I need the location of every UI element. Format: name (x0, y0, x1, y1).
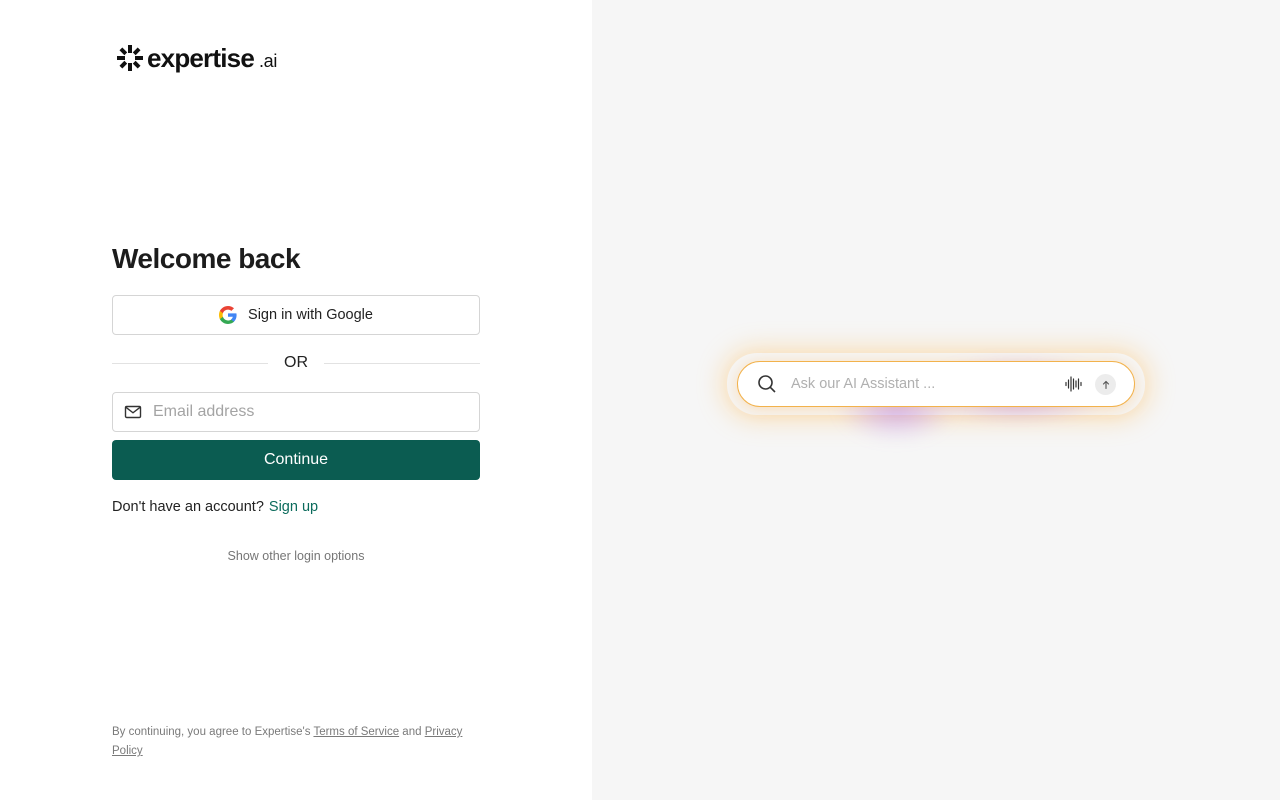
continue-button[interactable]: Continue (112, 440, 480, 480)
other-login-options-link[interactable]: Show other login options (112, 549, 480, 563)
divider-line-right (324, 362, 480, 364)
legal-and: and (402, 726, 422, 738)
divider-line-left (112, 362, 268, 364)
or-text: OR (284, 354, 308, 371)
or-divider: OR (112, 353, 480, 373)
email-input[interactable] (153, 403, 453, 421)
arrow-up-icon (1102, 380, 1109, 389)
legal-prefix: By continuing, you agree to Expertise's (112, 726, 311, 738)
voice-wave-icon[interactable] (1064, 374, 1084, 394)
assistant-input[interactable] (791, 376, 1046, 392)
legal-notice: By continuing, you agree to Expertise's … (112, 723, 482, 761)
terms-of-service-link[interactable]: Terms of Service (313, 726, 399, 738)
starburst-logo-icon (117, 45, 143, 71)
brand-logo[interactable]: expertise .ai (117, 43, 277, 73)
brand-suffix: .ai (258, 50, 278, 71)
google-signin-label: Sign in with Google (248, 307, 373, 323)
google-icon (219, 306, 237, 324)
brand-name: expertise (147, 43, 255, 73)
assistant-search-wrapper (737, 355, 1135, 441)
google-signin-button[interactable]: Sign in with Google (112, 295, 480, 335)
signup-row: Don't have an account? Sign up (112, 499, 318, 515)
search-icon (758, 375, 776, 393)
page-title: Welcome back (112, 243, 301, 274)
send-button[interactable] (1095, 374, 1116, 395)
email-field[interactable] (112, 392, 480, 432)
login-panel: expertise .ai Welcome back Sign in with G… (0, 0, 592, 800)
mail-icon (124, 405, 142, 419)
signup-link[interactable]: Sign up (269, 499, 318, 515)
no-account-text: Don't have an account? (112, 499, 264, 515)
